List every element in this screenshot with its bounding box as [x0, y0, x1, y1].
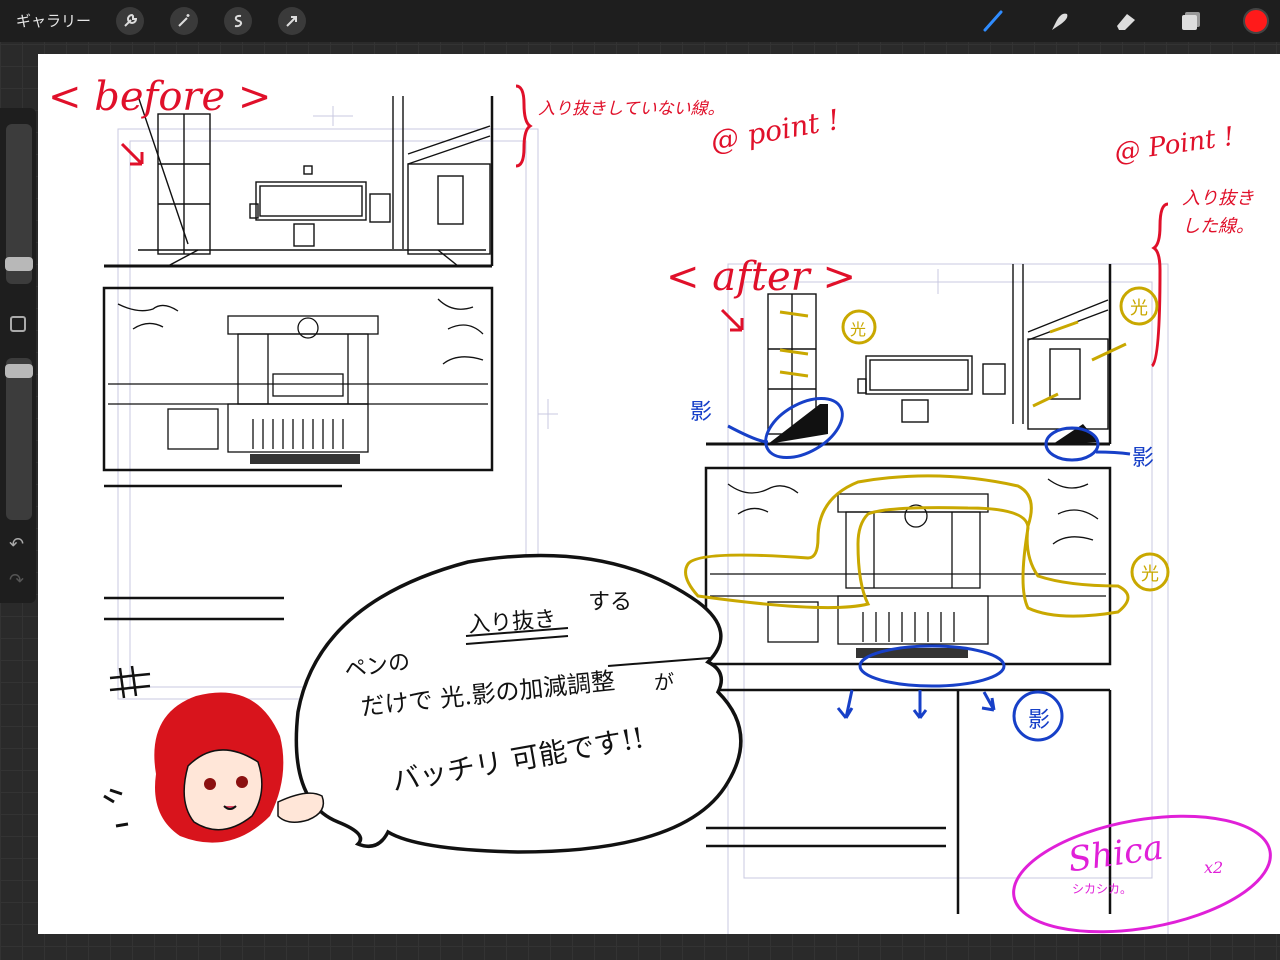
modify-button[interactable] — [10, 316, 26, 332]
before-note: 入り抜きしていない線。 — [538, 99, 725, 119]
undo-icon[interactable]: ↶ — [9, 534, 24, 555]
character-illustration — [103, 692, 325, 843]
shadow-label-1: 影 — [690, 400, 713, 425]
opacity-knob[interactable] — [5, 364, 33, 378]
eraser-icon[interactable] — [1111, 6, 1141, 36]
transform-arrow-icon[interactable] — [278, 7, 306, 35]
color-picker-button[interactable] — [1243, 8, 1269, 34]
signature-sub: シカシカ。 — [1072, 882, 1133, 896]
light-label-3: 光 — [1141, 564, 1159, 585]
light-label-2: 光 — [1130, 298, 1148, 319]
wrench-icon[interactable] — [116, 7, 144, 35]
opacity-slider[interactable] — [5, 358, 33, 520]
shadow-label-2: 影 — [1132, 446, 1155, 471]
bubble-text-suru: する — [588, 590, 633, 615]
after-note-1: 入り抜き — [1182, 188, 1254, 209]
gallery-button[interactable]: ギャラリー — [16, 10, 91, 31]
bubble-text-irinuki: 入り抜き — [467, 606, 557, 639]
brush-size-slider[interactable] — [5, 124, 33, 284]
after-note-2: した線。 — [1182, 216, 1254, 237]
canvas-artwork — [102, 84, 1272, 934]
drawing-canvas[interactable]: < before > 入り抜きしていない線。 @ point ! @ Point… — [38, 54, 1280, 934]
layers-icon[interactable] — [1176, 6, 1206, 36]
magic-wand-icon[interactable] — [170, 7, 198, 35]
after-label: < after > — [666, 254, 856, 300]
brush-size-knob[interactable] — [5, 257, 33, 271]
shadow-label-3: 影 — [1028, 708, 1051, 733]
redo-icon[interactable]: ↷ — [9, 570, 24, 591]
top-toolbar: ギャラリー — [0, 0, 1280, 42]
signature-x2: x2 — [1204, 858, 1224, 877]
before-label: < before > — [48, 74, 272, 120]
brush-icon[interactable] — [979, 6, 1009, 36]
selection-icon[interactable] — [224, 7, 252, 35]
smudge-icon[interactable] — [1045, 6, 1075, 36]
bubble-text-ga: が — [654, 670, 674, 694]
light-label-1: 光 — [850, 320, 867, 339]
left-sidebar: ↶ ↷ — [0, 108, 36, 603]
